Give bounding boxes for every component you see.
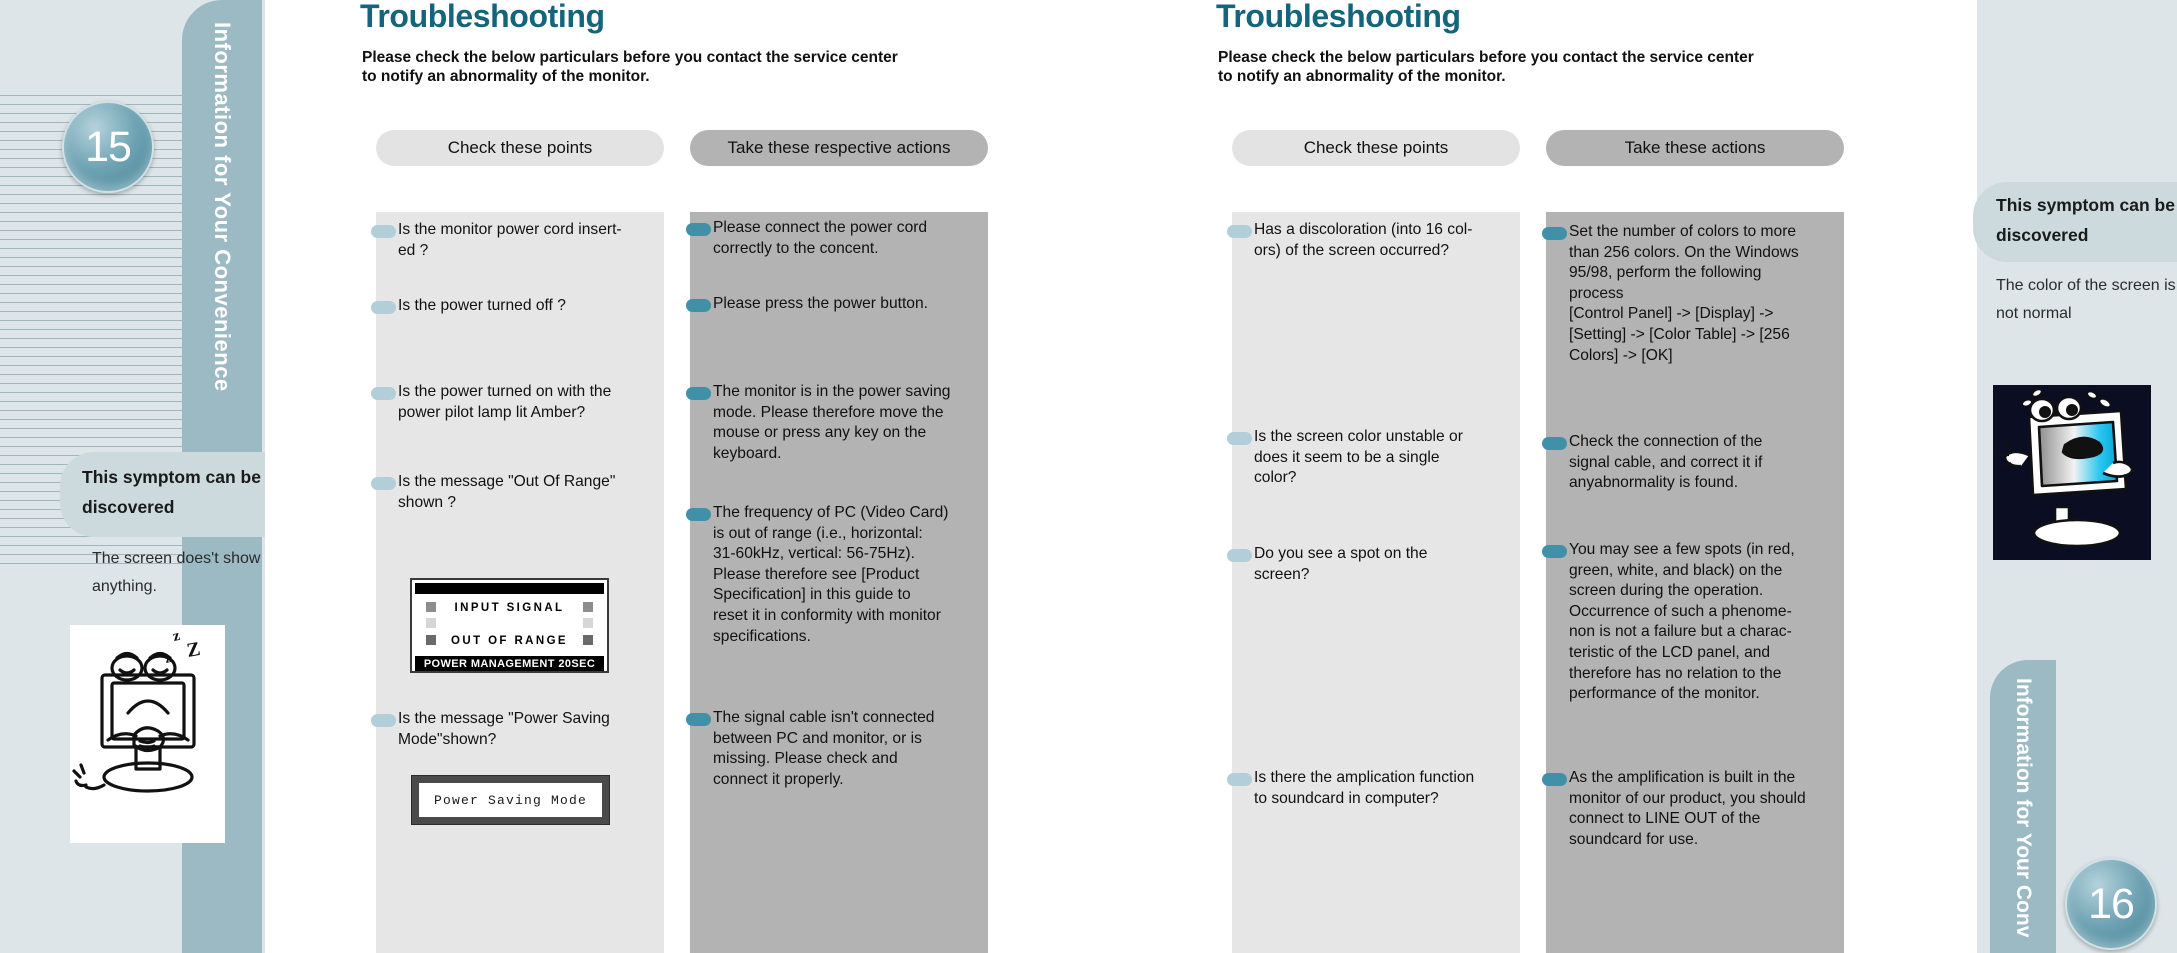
action-text: As the amplification is built in the mon… [1569, 769, 1806, 848]
action-text: The monitor is in the power saving mode.… [713, 383, 951, 462]
list-item: Is the monitor power cord insert- ed ? [371, 220, 650, 261]
check-text: Is the power turned off ? [398, 297, 566, 314]
bullet-icon [371, 387, 396, 400]
right-action-column-header: Take these actions [1546, 130, 1844, 166]
list-item: Is the screen color unstable or does it … [1227, 427, 1510, 489]
check-text: Is the message "Out Of Range" shown ? [398, 473, 616, 511]
bullet-icon [1227, 432, 1252, 445]
list-item: As the amplification is built in the mon… [1542, 768, 1835, 850]
bullet-icon [1542, 227, 1567, 240]
osd-square-icon [426, 618, 436, 628]
left-vertical-tab-label: Information for Your Convenience [210, 22, 235, 392]
osd-footer-power-management: POWER MANAGEMENT 20SEC [415, 656, 604, 671]
page-number-15: 15 [85, 122, 132, 171]
page-number-16: 16 [2088, 879, 2135, 928]
left-check-column-header: Check these points [376, 130, 664, 166]
check-text: Do you see a spot on the screen? [1254, 545, 1428, 583]
osd-power-saving-text: Power Saving Mode [433, 792, 588, 808]
osd-square-icon [583, 618, 593, 628]
left-symptom-description: The screen does't show anything. [92, 550, 261, 595]
svg-text:z: z [172, 628, 182, 645]
bullet-icon [371, 714, 396, 727]
list-item: Is the message "Out Of Range" shown ? [371, 472, 650, 513]
list-item: You may see a few spots (in red, green, … [1542, 540, 1835, 705]
right-page-divider [1958, 0, 1977, 953]
bullet-icon [1227, 225, 1252, 238]
color-monitor-illustration [1993, 385, 2151, 560]
list-item: Set the number of colors to more than 25… [1542, 222, 1835, 366]
osd-line-out-of-range: OUT OF RANGE [451, 635, 568, 647]
right-sidebar-upper [1977, 0, 2177, 660]
action-text: Set the number of colors to more than 25… [1569, 223, 1799, 364]
right-vertical-tab: Information for Your Conv [1990, 660, 2056, 953]
action-text: Please connect the power cord correctly … [713, 219, 928, 257]
list-item: Is there the amplication function to sou… [1227, 768, 1510, 809]
left-page-subtitle: Please check the below particulars befor… [362, 49, 898, 85]
action-text: Check the connection of the signal cable… [1569, 433, 1763, 492]
list-item: Is the message "Power Saving Mode"shown? [371, 709, 650, 750]
page-number-badge-15: 15 [62, 101, 154, 193]
list-item: Please press the power button. [686, 294, 975, 315]
right-symptom-description: The color of the screen is not normal [1996, 277, 2176, 322]
bullet-icon [686, 387, 711, 400]
bullet-icon [371, 477, 396, 490]
osd-out-of-range-image: INPUT SIGNAL OUT OF RANGE POWER MANAGEME… [410, 578, 609, 673]
right-symptom-heading: This symptom can be discovered [1996, 195, 2175, 245]
check-text: Has a discoloration (into 16 col- ors) o… [1254, 221, 1473, 259]
check-text: Is the screen color unstable or does it … [1254, 428, 1463, 487]
list-item: The monitor is in the power saving mode.… [686, 382, 975, 464]
left-symptom-heading: This symptom can be discovered [82, 467, 261, 517]
list-item: The frequency of PC (Video Card) is out … [686, 503, 975, 647]
osd-line-input-signal: INPUT SIGNAL [454, 602, 565, 614]
list-item: Has a discoloration (into 16 col- ors) o… [1227, 220, 1510, 261]
action-text: Please press the power button. [713, 295, 928, 312]
bullet-icon [371, 301, 396, 314]
bullet-icon [686, 223, 711, 236]
left-page: 15 Information for Your Convenience This… [0, 0, 1160, 953]
left-page-title: Troubleshooting [360, 0, 605, 34]
list-item: Is the power turned on with the power pi… [371, 382, 650, 423]
bullet-icon [1227, 773, 1252, 786]
svg-text:Z: Z [185, 638, 202, 662]
sleeping-monitor-illustration: z Z z [70, 625, 225, 843]
action-text: You may see a few spots (in red, green, … [1569, 541, 1795, 703]
bullet-icon [686, 713, 711, 726]
left-action-column-header: Take these respective actions [690, 130, 988, 166]
bullet-icon [686, 299, 711, 312]
check-text: Is the monitor power cord insert- ed ? [398, 221, 622, 259]
page-number-badge-16: 16 [2065, 858, 2157, 950]
list-item: Is the power turned off ? [371, 296, 650, 317]
right-vertical-tab-label: Information for Your Conv [2012, 678, 2035, 938]
bullet-icon [1542, 437, 1567, 450]
sleeping-monitor-icon: z Z z [72, 628, 202, 793]
bullet-icon [686, 508, 711, 521]
bullet-icon [1542, 545, 1567, 558]
bullet-icon [1227, 549, 1252, 562]
osd-top-bar [415, 583, 604, 594]
check-text: Is the message "Power Saving Mode"shown? [398, 710, 610, 748]
bullet-icon [1542, 773, 1567, 786]
action-text: The frequency of PC (Video Card) is out … [713, 504, 949, 645]
list-item: The signal cable isn't connected between… [686, 708, 975, 790]
check-text: Is there the amplication function to sou… [1254, 769, 1475, 807]
list-item: Please connect the power cord correctly … [686, 218, 975, 259]
osd-body: INPUT SIGNAL OUT OF RANGE [412, 594, 607, 656]
bullet-icon [371, 225, 396, 238]
list-item: Do you see a spot on the screen? [1227, 544, 1510, 585]
action-text: The signal cable isn't connected between… [713, 709, 935, 788]
right-check-column-header: Check these points [1232, 130, 1520, 166]
right-page-title: Troubleshooting [1216, 0, 1461, 34]
osd-power-saving-image: Power Saving Mode [411, 775, 610, 825]
list-item: Check the connection of the signal cable… [1542, 432, 1835, 494]
check-text: Is the power turned on with the power pi… [398, 383, 612, 421]
color-monitor-icon [1999, 388, 2134, 548]
right-page-subtitle: Please check the below particulars befor… [1218, 49, 1754, 85]
